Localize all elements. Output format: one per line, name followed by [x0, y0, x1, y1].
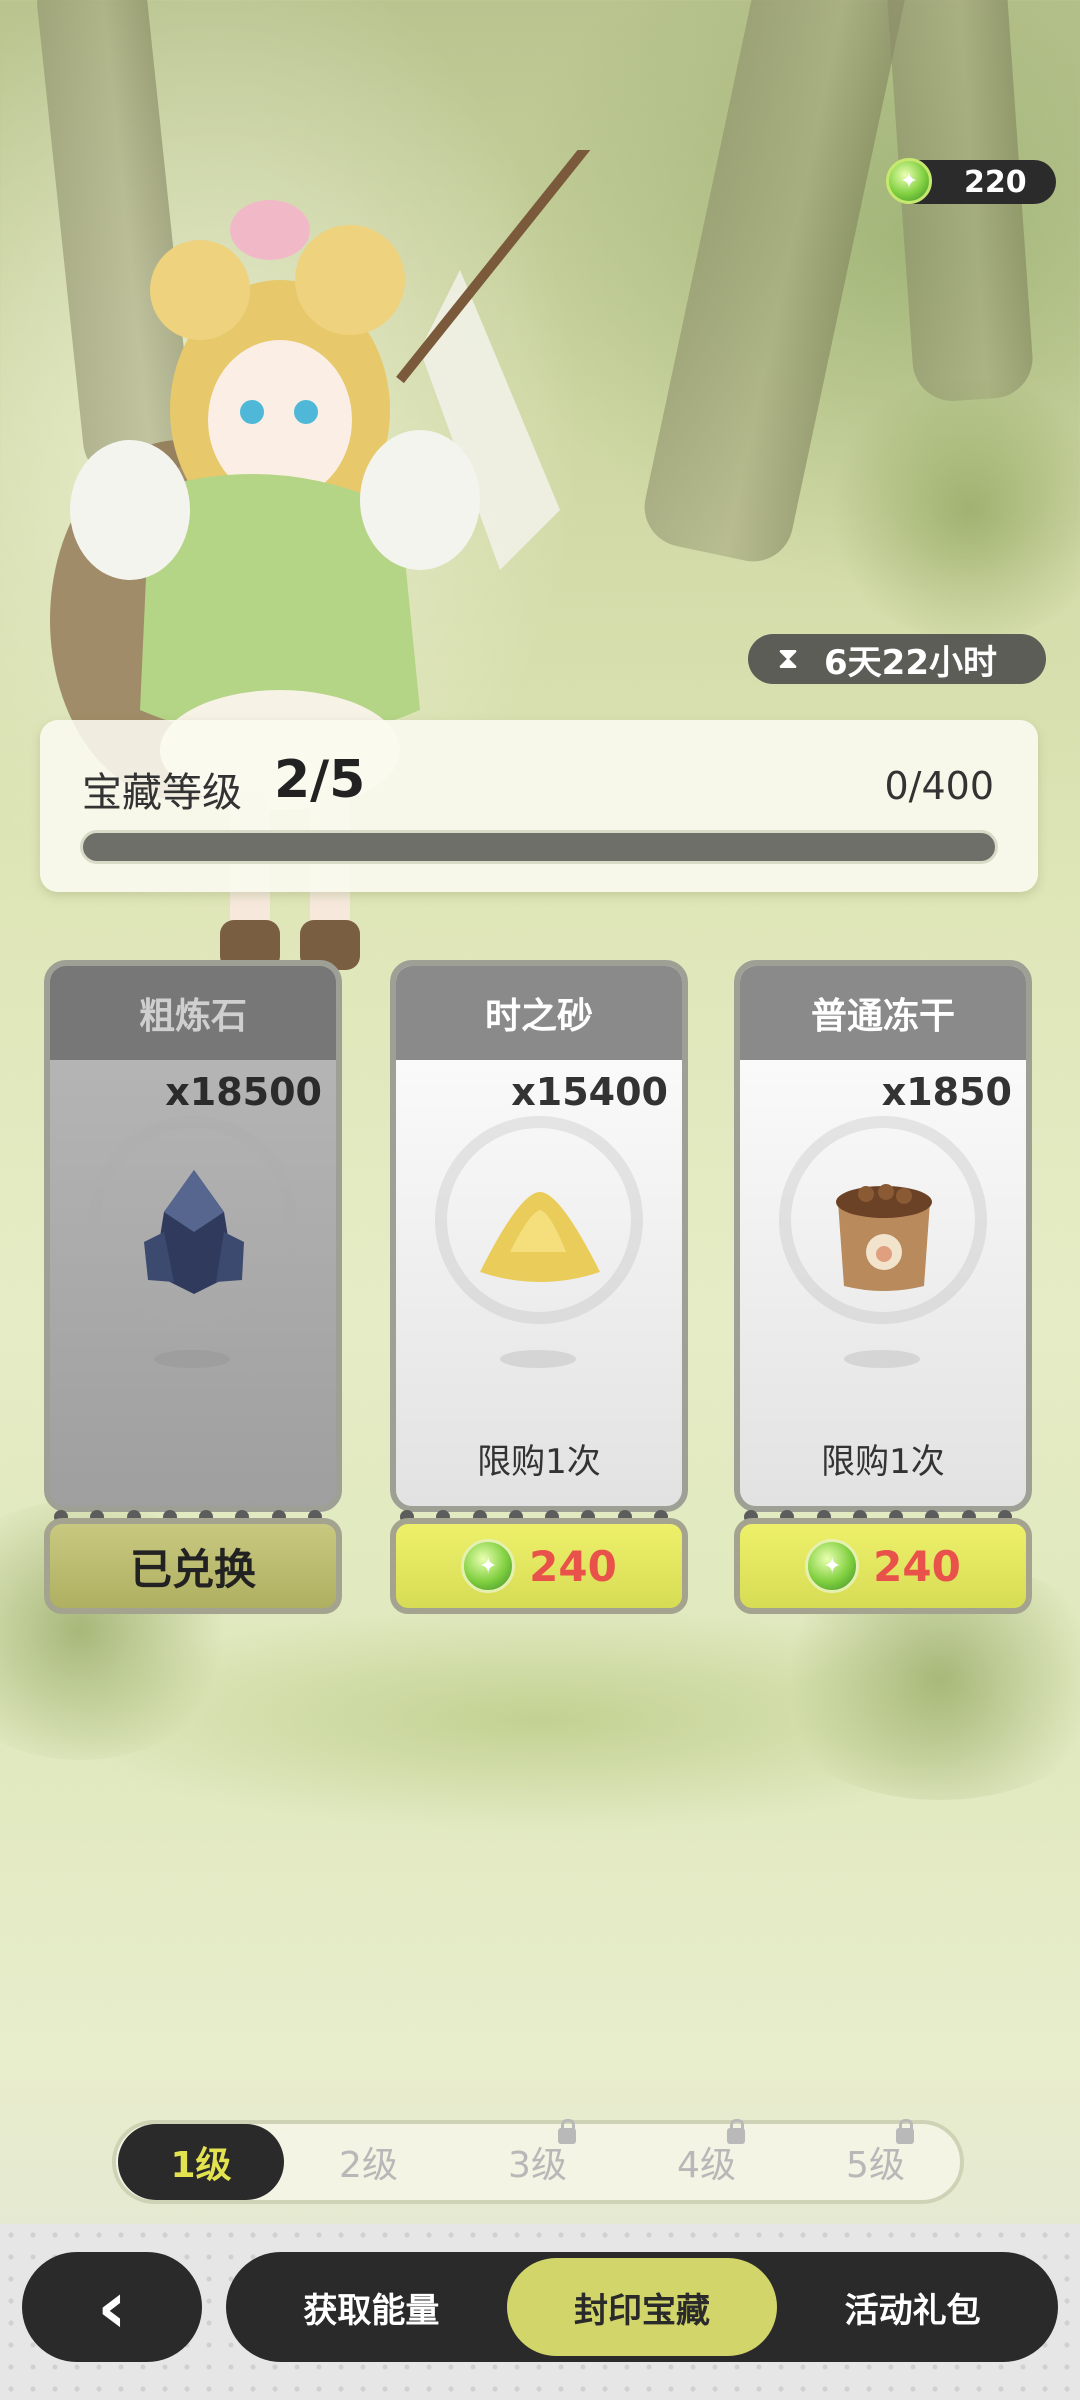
nav-get-energy[interactable]: 获取能量 — [236, 2258, 507, 2356]
bottom-nav: 获取能量 封印宝藏 活动礼包 — [226, 2252, 1058, 2362]
buy-food-button[interactable]: ✦ 240 — [734, 1518, 1032, 1614]
card-title: 普通冻干 — [740, 966, 1026, 1060]
treasure-level-label: 宝藏等级 — [82, 770, 242, 816]
tab-level-3[interactable]: 3级 — [453, 2119, 622, 2200]
card-quantity: x1850 — [881, 1070, 1012, 1114]
level-tabs: 1级 2级 3级 4级 5级 — [112, 2119, 964, 2204]
currency-amount: 220 — [964, 164, 1027, 200]
hourglass-icon: ⧗ — [777, 641, 799, 676]
ore-crystal-icon — [144, 1170, 244, 1294]
tab-label: 4级 — [677, 2145, 736, 2186]
nav-event-packs[interactable]: 活动礼包 — [777, 2258, 1048, 2356]
tab-label: 5级 — [846, 2145, 905, 2186]
currency-display: ✦ 220 — [886, 158, 1056, 204]
card-quantity: x15400 — [511, 1070, 668, 1114]
lock-icon — [558, 2119, 576, 2144]
leaf-gem-icon: ✦ — [461, 1539, 516, 1593]
progress-bar — [80, 830, 998, 864]
purchase-limit: 限购1次 — [477, 1442, 601, 1482]
card-body: 时之砂 x15400 限购1次 — [390, 960, 688, 1512]
back-button[interactable]: ‹ — [22, 2252, 202, 2362]
redeemed-button[interactable]: 已兑换 — [44, 1518, 342, 1614]
treasure-level-value: 2/5 — [274, 750, 366, 810]
tab-label: 2级 — [339, 2145, 398, 2186]
card-title: 粗炼石 — [50, 966, 336, 1060]
progress-text: 0/400 — [884, 764, 994, 808]
card-quantity: x18500 — [165, 1070, 322, 1114]
tab-level-1[interactable]: 1级 — [118, 2124, 284, 2200]
card-title: 时之砂 — [396, 966, 682, 1060]
tab-label: 1级 — [170, 2145, 232, 2186]
lock-icon — [727, 2119, 745, 2144]
card-body: 普通冻干 x1850 限购1次 — [734, 960, 1032, 1512]
card-body: 粗炼石 x18500 — [44, 960, 342, 1512]
tab-label: 3级 — [508, 2145, 567, 2186]
reward-card-ore: 粗炼石 x18500 已兑换 — [44, 960, 342, 1614]
redeemed-label: 已兑换 — [129, 1544, 256, 1594]
sand-pile-icon — [480, 1192, 600, 1282]
event-timer: ⧗ 6天22小时 — [748, 634, 1046, 684]
timer-text: 6天22小时 — [824, 642, 997, 683]
tab-level-2[interactable]: 2级 — [284, 2124, 453, 2200]
price: 240 — [873, 1541, 961, 1591]
food-bag-icon — [836, 1184, 932, 1291]
treasure-level-panel: 宝藏等级 2/5 0/400 — [40, 720, 1038, 892]
purchase-limit: 限购1次 — [821, 1442, 945, 1482]
lock-icon — [896, 2119, 914, 2144]
reward-card-food: 普通冻干 x1850 限购1次 ✦ 240 — [734, 960, 1032, 1614]
tab-level-5[interactable]: 5级 — [791, 2119, 960, 2200]
reward-card-sand: 时之砂 x15400 限购1次 ✦ 240 — [390, 960, 688, 1614]
buy-sand-button[interactable]: ✦ 240 — [390, 1518, 688, 1614]
leaf-gem-icon: ✦ — [805, 1539, 860, 1593]
tab-level-4[interactable]: 4级 — [622, 2119, 791, 2200]
chevron-left-icon: ‹ — [97, 2265, 127, 2349]
nav-sealed-treasure[interactable]: 封印宝藏 — [506, 2258, 778, 2356]
leaf-gem-icon: ✦ — [886, 158, 932, 204]
price: 240 — [529, 1541, 617, 1591]
